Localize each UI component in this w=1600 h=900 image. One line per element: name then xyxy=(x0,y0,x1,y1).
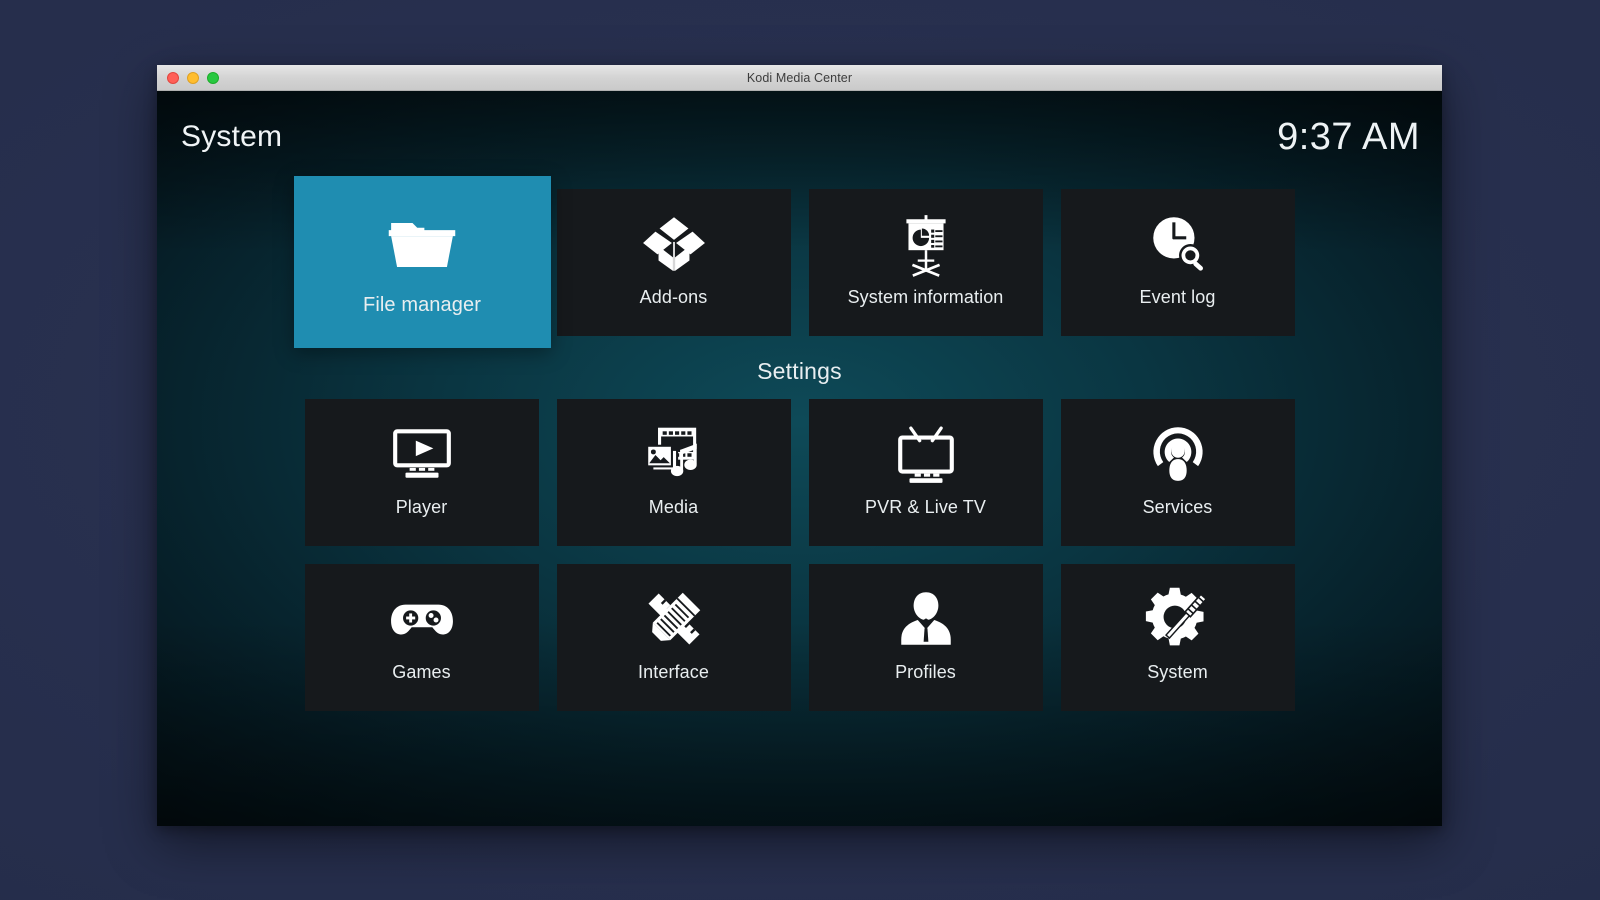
tile-label: Media xyxy=(648,497,699,517)
application-window: Kodi Media Center System 9:37 AM File ma… xyxy=(157,65,1442,826)
tile-label: System xyxy=(1147,662,1208,682)
tile-label: Event log xyxy=(1139,287,1216,307)
podcast-person-icon xyxy=(1145,421,1211,487)
monitor-play-icon xyxy=(389,421,455,487)
tile-label: System information xyxy=(847,287,1004,307)
folder-icon xyxy=(384,204,460,280)
page-title: System xyxy=(181,120,283,153)
window-title: Kodi Media Center xyxy=(746,70,853,85)
close-button[interactable] xyxy=(167,71,179,84)
tile-system[interactable]: System xyxy=(1060,564,1295,711)
tile-label: PVR & Live TV xyxy=(864,497,987,517)
gamepad-icon xyxy=(389,586,455,652)
clock: 9:37 AM xyxy=(1277,115,1420,158)
maximize-button[interactable] xyxy=(207,71,219,84)
tile-label: File manager xyxy=(363,294,481,316)
tile-profiles[interactable]: Profiles xyxy=(808,564,1043,711)
settings-tile-grid: Player Media PVR & Live TV Services Game… xyxy=(304,399,1295,711)
tile-label: Player xyxy=(395,497,448,517)
window-controls xyxy=(167,71,219,84)
tile-label: Games xyxy=(392,662,451,682)
top-tile-grid: File manager Add-ons System information … xyxy=(293,176,1295,348)
tile-interface[interactable]: Interface xyxy=(556,564,791,711)
tv-antenna-icon xyxy=(893,421,959,487)
tile-label: Services xyxy=(1142,497,1213,517)
gear-screwdriver-icon xyxy=(1145,586,1211,652)
tile-games[interactable]: Games xyxy=(304,564,539,711)
tile-player[interactable]: Player xyxy=(304,399,539,546)
film-photo-music-icon xyxy=(641,421,707,487)
tile-add-ons[interactable]: Add-ons xyxy=(556,189,791,336)
open-box-icon xyxy=(641,211,707,277)
tile-label: Add-ons xyxy=(639,287,708,307)
presentation-chart-icon xyxy=(893,211,959,277)
tile-label: Profiles xyxy=(895,662,956,682)
tile-system-information[interactable]: System information xyxy=(808,189,1043,336)
tile-services[interactable]: Services xyxy=(1060,399,1295,546)
main-content: File manager Add-ons System information … xyxy=(157,176,1442,826)
tile-media[interactable]: Media xyxy=(556,399,791,546)
tile-file-manager[interactable]: File manager xyxy=(293,176,551,348)
tile-pvr-live-tv[interactable]: PVR & Live TV xyxy=(808,399,1043,546)
minimize-button[interactable] xyxy=(187,71,199,84)
tile-event-log[interactable]: Event log xyxy=(1060,189,1295,336)
tile-label: Interface xyxy=(638,662,709,682)
settings-section-title: Settings xyxy=(757,358,842,384)
clock-search-icon xyxy=(1145,211,1211,277)
person-bust-icon xyxy=(893,586,959,652)
screen-header: System 9:37 AM xyxy=(157,107,1442,167)
window-titlebar[interactable]: Kodi Media Center xyxy=(157,65,1442,91)
kodi-screen: System 9:37 AM File manager Add-ons Syst… xyxy=(157,91,1442,826)
pencil-ruler-icon xyxy=(641,586,707,652)
